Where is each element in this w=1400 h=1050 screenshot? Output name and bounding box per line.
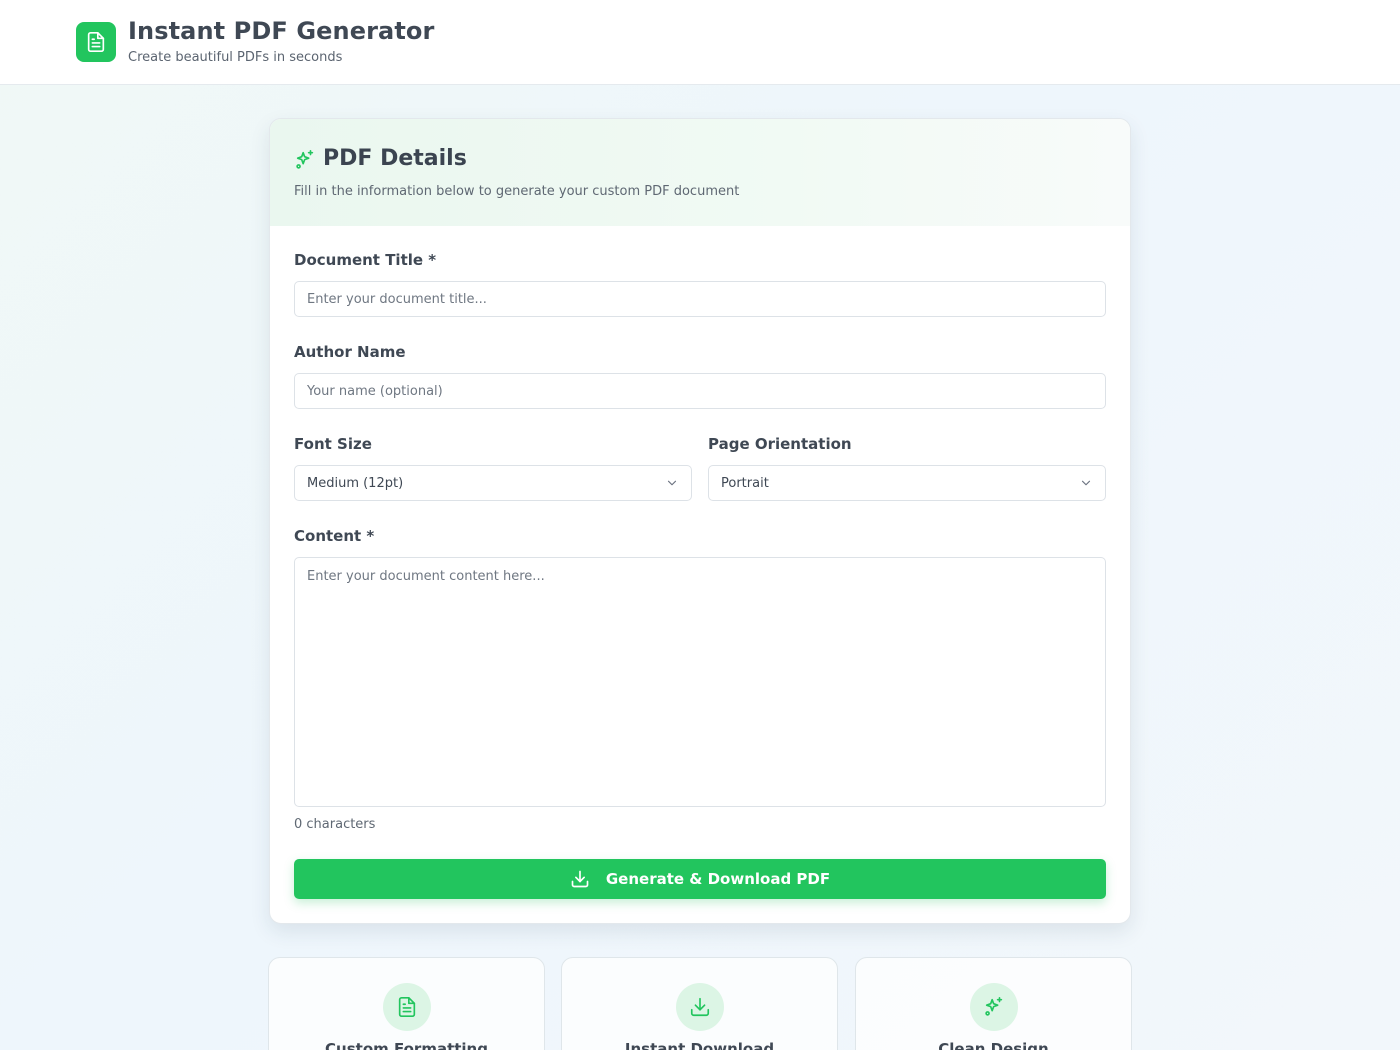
page-orientation-label: Page Orientation <box>708 435 852 453</box>
chevron-down-icon <box>667 480 677 486</box>
chevron-down-icon <box>1081 480 1091 486</box>
feature-label: Clean Design <box>938 1040 1049 1050</box>
document-title-input[interactable] <box>294 281 1106 317</box>
card-title: PDF Details <box>323 146 467 171</box>
generate-download-button[interactable]: Generate & Download PDF <box>294 859 1106 899</box>
font-size-select[interactable]: Medium (12pt) <box>294 465 692 501</box>
sparkles-icon <box>984 997 1002 1016</box>
feature-icon-wrap <box>675 983 724 1031</box>
page-orientation-value: Portrait <box>721 475 769 491</box>
feature-card-instant-download: Instant Download <box>561 957 838 1050</box>
download-icon <box>690 997 709 1017</box>
font-size-label: Font Size <box>294 435 372 453</box>
app-title: Instant PDF Generator <box>128 17 435 45</box>
pdf-details-card: PDF Details Fill in the information belo… <box>269 118 1131 924</box>
download-icon <box>571 870 589 888</box>
author-name-input[interactable] <box>294 373 1106 409</box>
generate-download-label: Generate & Download PDF <box>605 870 831 888</box>
card-header: PDF Details Fill in the information belo… <box>270 119 1130 226</box>
character-count: 0 characters <box>294 817 376 832</box>
feature-label: Instant Download <box>624 1040 775 1050</box>
document-icon <box>398 997 415 1017</box>
content-label: Content * <box>294 527 375 545</box>
content-textarea[interactable] <box>294 557 1106 807</box>
document-title-label: Document Title * <box>294 251 437 269</box>
app-subtitle: Create beautiful PDFs in seconds <box>128 50 343 65</box>
feature-card-clean-design: Clean Design <box>855 957 1132 1050</box>
app-logo <box>76 22 116 62</box>
app-header: Instant PDF Generator Create beautiful P… <box>0 0 1400 85</box>
font-size-value: Medium (12pt) <box>307 475 404 491</box>
feature-card-custom-formatting: Custom Formatting <box>268 957 545 1050</box>
sparkles-icon <box>296 150 314 169</box>
page-orientation-select[interactable]: Portrait <box>708 465 1106 501</box>
feature-icon-wrap <box>382 983 431 1031</box>
author-name-label: Author Name <box>294 343 406 361</box>
document-icon <box>87 32 105 52</box>
feature-icon-wrap <box>969 983 1018 1031</box>
feature-label: Custom Formatting <box>325 1040 488 1050</box>
card-description: Fill in the information below to generat… <box>294 184 740 199</box>
